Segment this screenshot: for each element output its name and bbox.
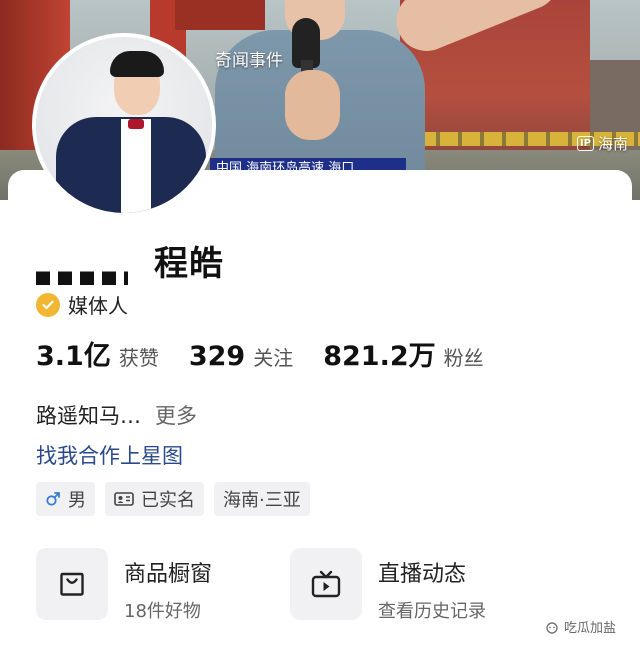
video-caption: 奇闻事件 — [215, 51, 283, 71]
verification-label: 媒体人 — [68, 294, 128, 318]
bio-text: 路遥知马… — [36, 404, 141, 428]
stat-followers[interactable]: 821.2万 粉丝 — [323, 334, 483, 373]
live-stream-entry[interactable]: 直播动态 查看历史记录 — [290, 548, 486, 623]
verified-check-icon — [36, 292, 60, 317]
feature-title: 直播动态 — [378, 562, 467, 587]
person-hand — [285, 70, 340, 140]
tv-icon — [290, 548, 362, 620]
watermark: 吃瓜加盐 — [544, 617, 616, 636]
xingtu-cooperation-link[interactable]: 找我合作上星图 — [36, 440, 183, 470]
ip-location-tag: IP 海南 — [576, 133, 628, 154]
ip-badge-icon: IP — [576, 136, 594, 151]
stat-label: 获赞 — [118, 346, 159, 370]
bio-row: 路遥知马… 更多 — [36, 400, 197, 430]
stat-value: 821.2万 — [323, 341, 436, 372]
bio-more-link[interactable]: 更多 — [155, 400, 197, 430]
feature-subtitle: 查看历史记录 — [378, 601, 486, 622]
stat-following[interactable]: 329 关注 — [189, 341, 293, 372]
feature-title: 商品橱窗 — [124, 562, 213, 587]
obscured-name — [36, 249, 128, 285]
feature-row: 商品橱窗 18件好物 直播动态 查看历史记录 — [36, 548, 486, 623]
watermark-logo-icon — [546, 621, 558, 634]
stat-value: 329 — [188, 341, 246, 372]
name-row: 程皓 — [36, 236, 224, 285]
profile-name: 程皓 — [154, 244, 224, 284]
id-card-icon — [114, 492, 134, 506]
stat-value: 3.1亿 — [36, 341, 111, 372]
tag-location: 海南·三亚 — [214, 482, 310, 516]
tags-row: 男 已实名 海南·三亚 — [36, 482, 310, 516]
avatar-bowtie — [128, 119, 144, 129]
avatar[interactable] — [32, 33, 216, 217]
tag-label: 男 — [68, 490, 86, 511]
tag-real-name: 已实名 — [105, 482, 204, 516]
shop-window-text: 商品橱窗 18件好物 — [124, 548, 212, 623]
profile-card: 程皓 媒体人 3.1亿 获赞 329 关注 821.2万 粉丝 路遥知马… 更多… — [8, 33, 632, 648]
tag-gender: 男 — [36, 482, 95, 516]
stat-likes: 3.1亿 获赞 — [36, 334, 159, 373]
verification-row: 媒体人 — [36, 290, 128, 319]
avatar-shirt — [121, 119, 151, 213]
live-stream-text: 直播动态 查看历史记录 — [378, 548, 486, 623]
tag-label: 海南·三亚 — [223, 490, 301, 511]
crane-structure — [175, 0, 265, 30]
shop-window-entry[interactable]: 商品橱窗 18件好物 — [36, 548, 290, 623]
male-icon — [46, 492, 60, 506]
stats-row: 3.1亿 获赞 329 关注 821.2万 粉丝 — [36, 334, 514, 373]
shopping-bag-icon — [36, 548, 108, 620]
stat-label: 关注 — [253, 346, 294, 370]
ip-location-label: 海南 — [597, 135, 628, 153]
avatar-hair — [110, 51, 164, 77]
tag-label: 已实名 — [141, 490, 195, 511]
feature-subtitle: 18件好物 — [124, 601, 201, 622]
stat-label: 粉丝 — [443, 346, 484, 370]
watermark-text: 吃瓜加盐 — [563, 621, 616, 636]
